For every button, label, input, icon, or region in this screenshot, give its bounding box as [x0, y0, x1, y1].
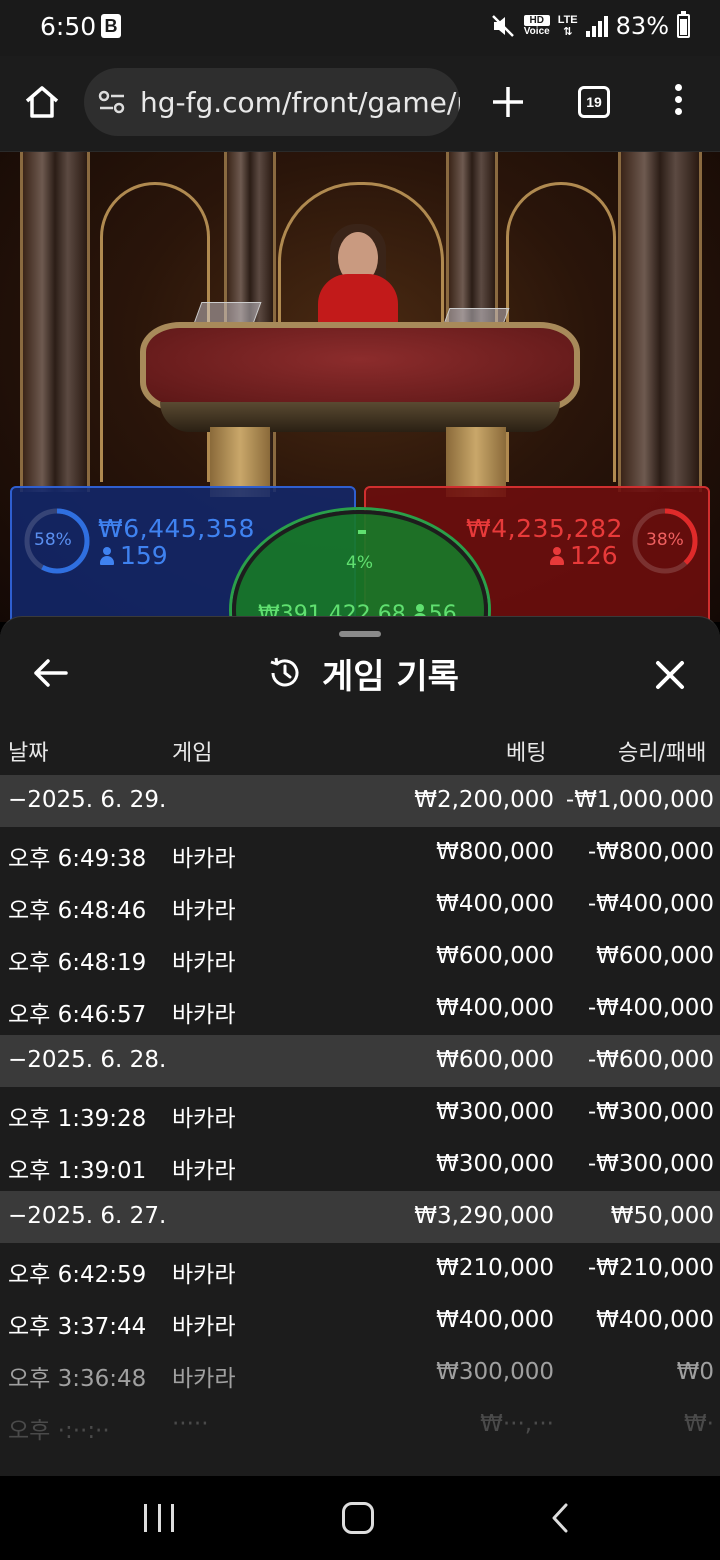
table-row-partial: 오후 ·:··:·· ····· ₩···,··· ₩· [8, 1411, 714, 1444]
table-row[interactable]: 오후 1:39:01 바카라 ₩300,000 -₩300,000 [0, 1139, 720, 1191]
table-row[interactable]: 오후 6:48:19 바카라 ₩600,000 ₩600,000 [0, 931, 720, 983]
system-navigation-bar [0, 1476, 720, 1560]
home-icon[interactable] [22, 82, 62, 122]
player-amount: ₩6,445,358 [98, 514, 255, 543]
table-row[interactable]: 오후 6:42:59 바카라 ₩210,000 -₩210,000 [0, 1243, 720, 1295]
column-header-bet[interactable]: 베팅 [506, 735, 546, 767]
person-icon [550, 547, 564, 565]
battery-icon [677, 11, 690, 38]
lte-icon: LTE ⇅ [557, 14, 578, 38]
player-percent: 58% [34, 530, 72, 550]
url-text[interactable]: hg-fg.com/front/game/p [140, 86, 460, 119]
pillar-decoration [618, 152, 702, 492]
date-group-row[interactable]: −2025. 6. 29. ₩2,200,000 -₩1,000,000 [0, 775, 720, 827]
game-history-panel: 게임 기록 날짜 게임 베팅 승리/패배 −2025. 6. 29. ₩2,20… [0, 616, 720, 1476]
history-icon [270, 657, 299, 687]
more-menu-icon[interactable] [668, 84, 688, 120]
close-icon[interactable] [650, 655, 690, 695]
site-settings-icon[interactable] [98, 90, 126, 114]
back-icon[interactable] [548, 1502, 572, 1534]
status-bar: 6:50 B HD Voice LTE ⇅ 83% [0, 0, 720, 56]
table-row[interactable]: 오후 1:39:28 바카라 ₩300,000 -₩300,000 [0, 1087, 720, 1139]
table-row[interactable]: 오후 6:46:57 바카라 ₩400,000 -₩400,000 [0, 983, 720, 1035]
mute-icon [491, 15, 514, 37]
panel-header: 게임 기록 [268, 649, 459, 697]
banker-bettors: 126 [550, 541, 618, 570]
banker-amount: ₩4,235,282 [466, 514, 623, 543]
history-table: −2025. 6. 29. ₩2,200,000 -₩1,000,000 오후 … [0, 775, 720, 1451]
column-header-date[interactable]: 날짜 [8, 735, 48, 767]
tab-switcher-button[interactable]: 19 [578, 86, 610, 118]
table-row[interactable]: 오후 3:36:48 바카라 ₩300,000 ₩0 [0, 1347, 720, 1399]
new-tab-icon[interactable] [488, 82, 528, 122]
status-icons: HD Voice LTE ⇅ 83% [490, 11, 690, 40]
baccarat-table [140, 322, 580, 412]
date-group-row[interactable]: −2025. 6. 28. ₩600,000 -₩600,000 [0, 1035, 720, 1087]
battery-percent: 83% [615, 12, 669, 40]
table-row[interactable]: 오후 6:49:38 바카라 ₩800,000 -₩800,000 [0, 827, 720, 879]
column-header-result[interactable]: 승리/패배 [618, 735, 706, 767]
address-bar[interactable]: hg-fg.com/front/game/p [84, 68, 460, 136]
tie-percent: 4% [346, 553, 373, 573]
banker-percent: 38% [646, 530, 684, 550]
notification-icon: B [101, 14, 121, 38]
table-row[interactable]: 오후 3:37:44 바카라 ₩400,000 ₩400,000 [0, 1295, 720, 1347]
table-row[interactable]: 오후 6:48:46 바카라 ₩400,000 -₩400,000 [0, 879, 720, 931]
tie-percent-indicator [358, 530, 366, 534]
person-icon [100, 547, 114, 565]
pillar-decoration [20, 152, 90, 492]
recent-apps-icon[interactable] [144, 1504, 174, 1532]
home-button-icon[interactable] [342, 1502, 374, 1534]
column-header-game[interactable]: 게임 [172, 735, 212, 767]
date-group-row[interactable]: −2025. 6. 27. ₩3,290,000 ₩50,000 [0, 1191, 720, 1243]
signal-icon [585, 15, 608, 37]
status-time: 6:50 [40, 12, 97, 41]
back-arrow-icon[interactable] [30, 655, 70, 691]
panel-title: 게임 기록 [322, 656, 459, 697]
hd-voice-icon: HD Voice [523, 15, 550, 37]
drag-handle[interactable] [339, 631, 381, 637]
browser-toolbar: hg-fg.com/front/game/p 19 [0, 56, 720, 152]
player-bettors: 159 [100, 541, 168, 570]
